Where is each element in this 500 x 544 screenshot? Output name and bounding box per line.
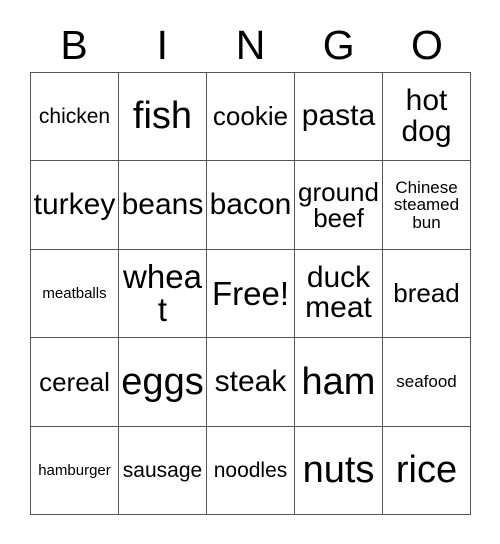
- bingo-cell[interactable]: wheat: [119, 249, 207, 339]
- bingo-cell[interactable]: Free!: [207, 249, 295, 339]
- bingo-cell[interactable]: pasta: [295, 73, 383, 162]
- bingo-cell-label: steak: [214, 364, 287, 398]
- bingo-cell[interactable]: seafood: [383, 338, 471, 427]
- header-letter-b: B: [60, 21, 88, 68]
- bingo-cell-label: hot dog: [401, 84, 452, 148]
- bingo-cell-label: duck meat: [305, 260, 372, 325]
- bingo-cell[interactable]: turkey: [31, 161, 119, 250]
- bingo-cell-label: rice: [395, 448, 458, 491]
- bingo-cell[interactable]: meatballs: [31, 249, 119, 339]
- bingo-cell[interactable]: nuts: [295, 426, 383, 515]
- bingo-cell-label: turkey: [33, 187, 116, 221]
- bingo-cell[interactable]: ground beef: [295, 161, 383, 250]
- bingo-cell-label: noodles: [213, 458, 288, 482]
- bingo-cell[interactable]: bread: [383, 249, 471, 339]
- bingo-header: B I N G O: [30, 18, 471, 72]
- bingo-cell[interactable]: cereal: [31, 338, 119, 427]
- bingo-cell-label: fish: [132, 95, 193, 138]
- bingo-cell-label: cookie: [212, 101, 289, 132]
- bingo-cell[interactable]: duck meat: [295, 249, 383, 339]
- bingo-cell[interactable]: eggs: [119, 338, 207, 427]
- bingo-card: B I N G O chicken fish cookie pasta hot dog t…: [0, 0, 500, 544]
- bingo-cell[interactable]: Chinese steamed bun: [383, 161, 471, 250]
- bingo-cell-label: chicken: [38, 104, 111, 128]
- bingo-cell-label: cereal: [39, 366, 110, 397]
- bingo-cell-label: Chinese steamed bun: [393, 178, 460, 232]
- header-letter-o: O: [410, 21, 443, 68]
- bingo-cell[interactable]: cookie: [207, 73, 295, 162]
- bingo-cell-label: eggs: [121, 360, 204, 403]
- bingo-cell-label: sausage: [122, 458, 203, 482]
- bingo-cell[interactable]: steak: [207, 338, 295, 427]
- bingo-cell-label: bread: [393, 278, 460, 309]
- bingo-cell-label: seafood: [396, 372, 457, 392]
- bingo-cell[interactable]: noodles: [207, 426, 295, 515]
- header-letter-g: G: [322, 21, 355, 68]
- bingo-cell[interactable]: hamburger: [31, 426, 119, 515]
- bingo-cell-label: nuts: [302, 448, 375, 491]
- bingo-cell[interactable]: beans: [119, 161, 207, 250]
- bingo-cell[interactable]: ham: [295, 338, 383, 427]
- bingo-cell-label: hamburger: [38, 461, 111, 479]
- bingo-cell[interactable]: sausage: [119, 426, 207, 515]
- bingo-cell[interactable]: fish: [119, 73, 207, 162]
- bingo-cell[interactable]: bacon: [207, 161, 295, 250]
- bingo-cell-label: meatballs: [42, 284, 107, 302]
- bingo-cell-label: ground beef: [298, 176, 379, 234]
- bingo-cell[interactable]: hot dog: [383, 73, 471, 162]
- bingo-cell[interactable]: rice: [383, 426, 471, 515]
- bingo-cell-label: wheat: [123, 257, 202, 329]
- header-letter-n: N: [235, 21, 266, 68]
- bingo-cell-label: Free!: [211, 274, 290, 312]
- bingo-grid: chicken fish cookie pasta hot dog turkey beans…: [30, 72, 471, 515]
- bingo-cell[interactable]: chicken: [31, 73, 119, 162]
- bingo-cell-label: ham: [301, 360, 376, 403]
- bingo-cell-label: beans: [121, 187, 204, 221]
- header-letter-i: I: [156, 21, 168, 68]
- bingo-cell-label: pasta: [301, 99, 376, 133]
- bingo-cell-label: bacon: [209, 187, 292, 221]
